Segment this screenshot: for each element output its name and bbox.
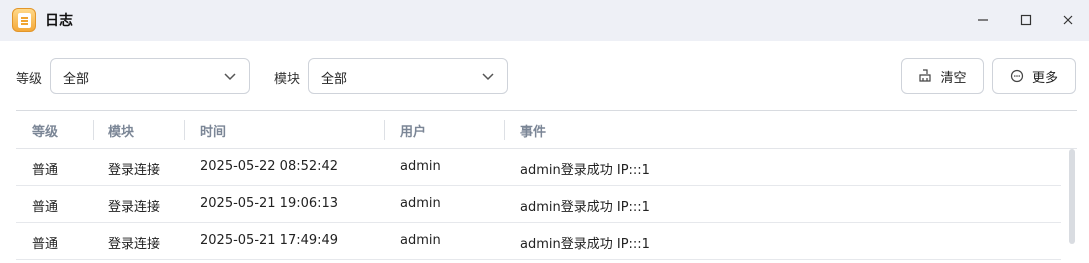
cell-module: 登录连接 (108, 163, 161, 178)
cell-event: admin登录成功 IP:::1 (520, 200, 650, 215)
chevron-down-icon (482, 73, 494, 81)
clear-button-label: 清空 (940, 70, 967, 86)
cell-time: 2025-05-22 08:52:42 (200, 159, 339, 174)
column-divider[interactable] (504, 120, 505, 140)
level-filter-label: 等级 (16, 72, 43, 87)
table-header: 等级 模块 时间 用户 事件 (16, 111, 1077, 149)
cell-user: admin (400, 159, 441, 174)
column-header-event[interactable]: 事件 (520, 121, 546, 140)
level-select-value: 全部 (63, 72, 90, 87)
cell-user: admin (400, 233, 441, 248)
maximize-icon (1020, 14, 1032, 26)
table-row[interactable]: 普通 登录连接 2025-05-21 17:49:49 admin admin登… (16, 223, 1061, 260)
column-header-level[interactable]: 等级 (32, 121, 58, 140)
column-header-time[interactable]: 时间 (200, 121, 226, 140)
module-filter-label: 模块 (274, 72, 301, 87)
column-divider[interactable] (384, 120, 385, 140)
table-row[interactable]: 普通 登录连接 2025-05-22 08:52:42 admin admin登… (16, 149, 1061, 186)
table-row[interactable]: 普通 登录连接 2025-05-21 19:06:13 admin admin登… (16, 186, 1061, 223)
minimize-button[interactable] (971, 8, 995, 32)
close-button[interactable] (1056, 8, 1080, 32)
module-select-value: 全部 (321, 72, 348, 87)
module-select[interactable]: 全部 (308, 58, 508, 94)
cell-time: 2025-05-21 17:49:49 (200, 233, 339, 248)
cell-level: 普通 (32, 163, 59, 178)
vertical-scrollbar[interactable] (1069, 149, 1075, 244)
cell-user: admin (400, 196, 441, 211)
column-header-user[interactable]: 用户 (400, 121, 426, 140)
cell-module: 登录连接 (108, 200, 161, 215)
column-divider[interactable] (93, 120, 94, 140)
minimize-icon (978, 19, 988, 21)
level-select[interactable]: 全部 (50, 58, 250, 94)
cell-event: admin登录成功 IP:::1 (520, 237, 650, 252)
log-document-icon (12, 8, 36, 32)
more-icon (1010, 69, 1024, 83)
column-divider[interactable] (184, 120, 185, 140)
close-icon (1063, 15, 1073, 25)
clear-button[interactable]: 清空 (901, 58, 984, 94)
cell-module: 登录连接 (108, 237, 161, 252)
more-button-label: 更多 (1031, 70, 1058, 86)
cell-level: 普通 (32, 237, 59, 252)
cell-level: 普通 (32, 200, 59, 215)
title-bar: 日志 (0, 0, 1089, 41)
chevron-down-icon (224, 73, 236, 81)
maximize-button[interactable] (1014, 8, 1038, 32)
more-button[interactable]: 更多 (992, 58, 1076, 94)
cell-time: 2025-05-21 19:06:13 (200, 196, 339, 211)
column-header-module[interactable]: 模块 (108, 121, 134, 140)
broom-icon (919, 69, 932, 82)
window-title: 日志 (45, 13, 73, 29)
cell-event: admin登录成功 IP:::1 (520, 163, 650, 178)
